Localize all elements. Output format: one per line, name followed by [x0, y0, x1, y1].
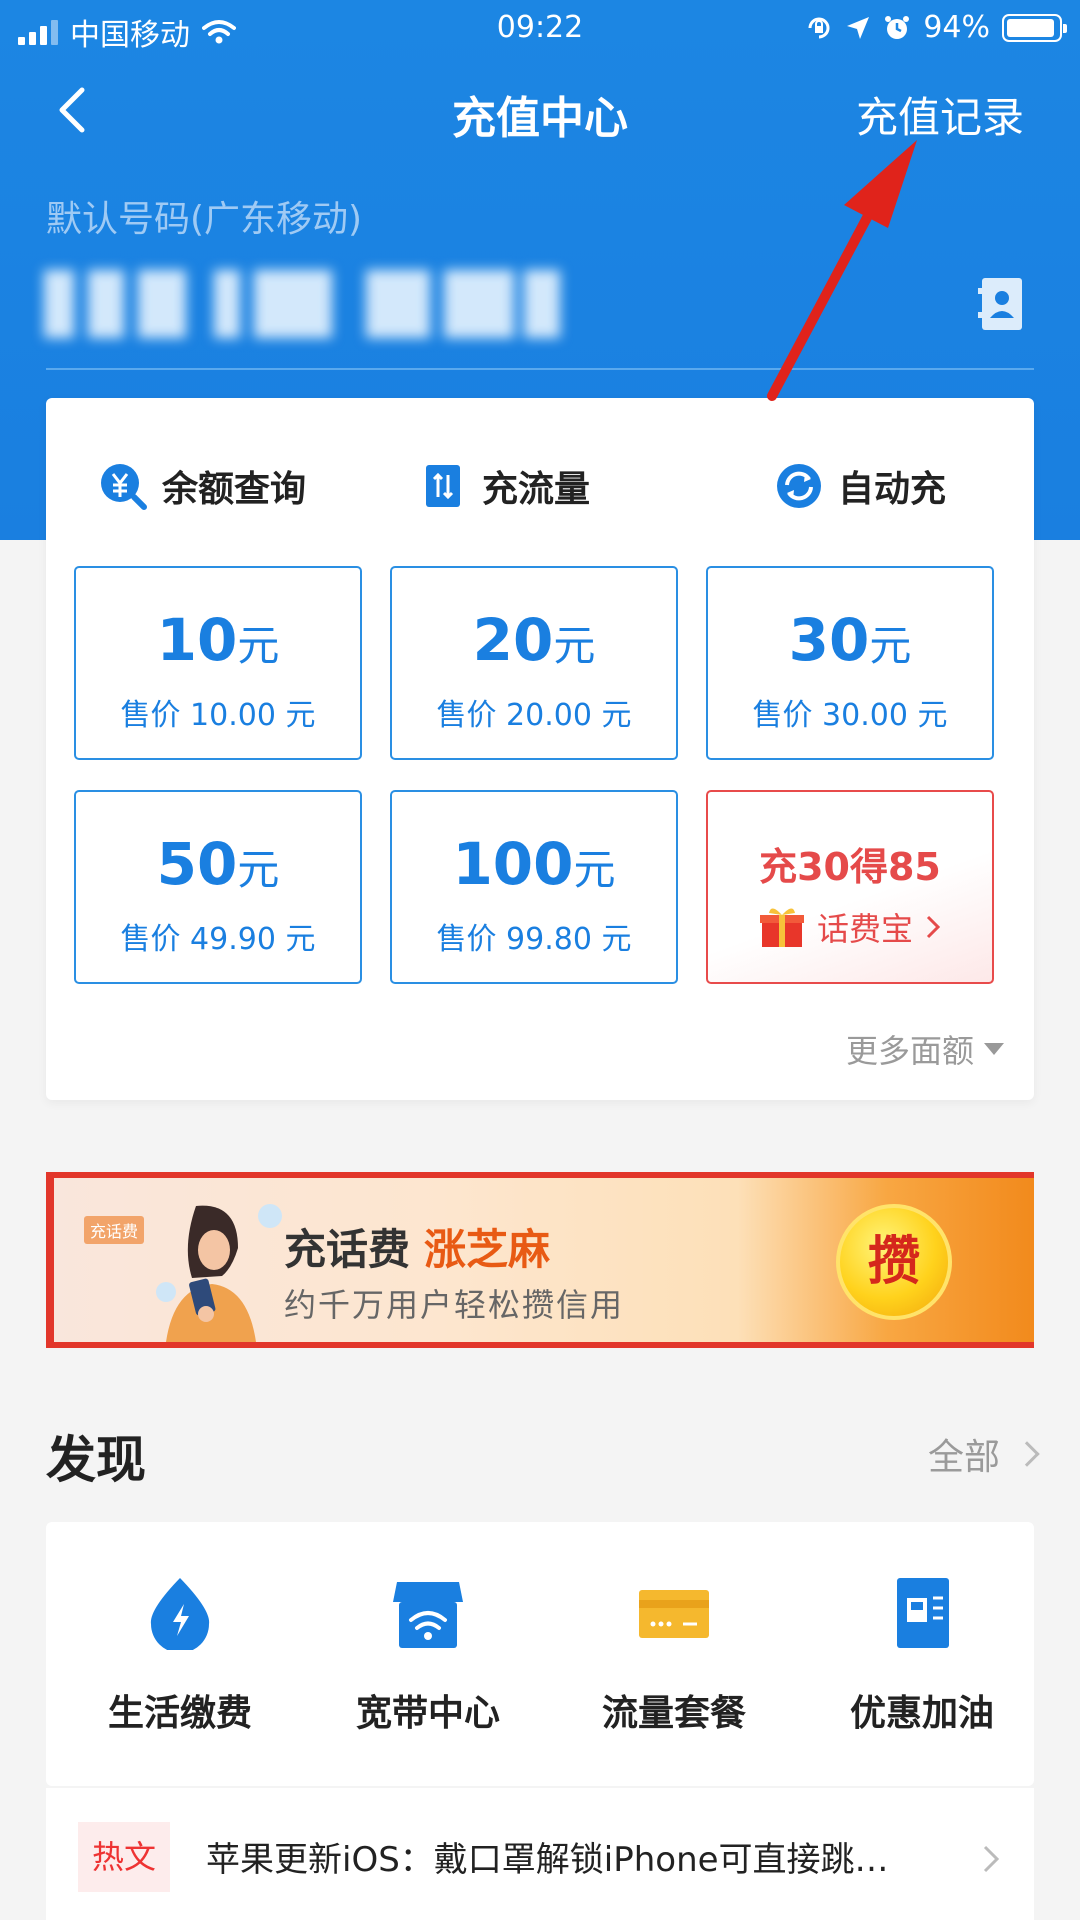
fuel-icon: [897, 1578, 949, 1648]
promo-title: 充30得85: [759, 845, 941, 889]
section-title: 发现: [46, 1431, 146, 1489]
chevron-right-icon: [1014, 1441, 1040, 1467]
amount-option-20[interactable]: 20元 售价 20.00 元: [390, 566, 678, 760]
amount-price: 售价 10.00 元: [120, 698, 316, 733]
location-icon: [847, 16, 870, 39]
service-broadband[interactable]: 宽带中心: [328, 1576, 528, 1736]
amount-option-10[interactable]: 10元 售价 10.00 元: [74, 566, 362, 760]
banner-title: 充话费 涨芝麻: [284, 1225, 551, 1274]
recharge-record-link[interactable]: 充值记录: [856, 84, 1024, 145]
service-data-plan[interactable]: 流量套餐: [574, 1576, 774, 1736]
phone-number-input[interactable]: [44, 270, 564, 338]
quick-action-label: 余额查询: [162, 469, 307, 510]
battery-percent: 94%: [923, 10, 990, 45]
hot-tag: 热文: [78, 1822, 170, 1892]
chevron-right-icon: [983, 1845, 1000, 1873]
auto-recharge-button[interactable]: 自动充: [774, 460, 946, 512]
navigation-bar: 充值中心 充值记录: [0, 70, 1080, 150]
phone-number-label: 默认号码(广东移动): [46, 199, 363, 240]
service-label: 生活缴费: [107, 1693, 252, 1734]
dropdown-triangle-icon: [984, 1043, 1004, 1055]
promo-banner[interactable]: 充话费 充话费 涨芝麻 约千万用户轻松攒信用 攒: [46, 1172, 1034, 1348]
hot-article-row[interactable]: 热文 苹果更新iOS：戴口罩解锁iPhone可直接跳…: [46, 1788, 1034, 1920]
person-phone-illustration: [156, 1204, 282, 1342]
service-life-payment[interactable]: 生活缴费: [80, 1576, 280, 1736]
more-amounts-button[interactable]: 更多面额: [846, 1026, 1004, 1072]
card-icon: [639, 1590, 709, 1638]
service-label: 流量套餐: [601, 1693, 746, 1734]
quick-action-label: 充流量: [482, 469, 591, 510]
amount-price: 售价 30.00 元: [752, 698, 948, 733]
services-card: 生活缴费 宽带中心 流量套餐 优惠加油: [46, 1522, 1034, 1786]
alarm-icon: [885, 15, 910, 39]
promo-option[interactable]: 充30得85 话费宝: [706, 790, 994, 984]
view-all-link[interactable]: 全部: [928, 1428, 1040, 1480]
auto-refresh-icon: [777, 464, 821, 508]
gift-icon: [759, 908, 804, 947]
amount-price: 售价 20.00 元: [436, 698, 632, 733]
balance-query-button[interactable]: 余额查询: [98, 460, 306, 512]
article-title: 苹果更新iOS：戴口罩解锁iPhone可直接跳…: [206, 1840, 889, 1880]
promo-link-label: 话费宝: [816, 910, 913, 948]
chevron-right-icon: [926, 915, 941, 939]
amount-option-30[interactable]: 30元 售价 30.00 元: [706, 566, 994, 760]
data-recharge-button[interactable]: 充流量: [418, 460, 590, 512]
contacts-icon[interactable]: [976, 274, 1026, 334]
recharge-card: 余额查询 充流量 自动充 10元 售价 10.00 元 20元 售价 20.00…: [46, 398, 1034, 1100]
rotation-lock-icon: [808, 17, 830, 38]
quick-action-label: 自动充: [838, 469, 947, 510]
banner-tag: 充话费: [84, 1216, 145, 1244]
banner-coin-badge: 攒: [836, 1204, 952, 1320]
status-bar: 中国移动 09:22 94%: [0, 0, 1080, 56]
service-label: 宽带中心: [355, 1693, 500, 1734]
data-transfer-icon: [426, 465, 460, 507]
service-fuel[interactable]: 优惠加油: [822, 1576, 1022, 1736]
amount-option-50[interactable]: 50元 售价 49.90 元: [74, 790, 362, 984]
water-drop-icon: [150, 1578, 210, 1650]
banner-subtitle: 约千万用户轻松攒信用: [284, 1286, 625, 1324]
yuan-search-icon: [101, 464, 147, 510]
amount-option-100[interactable]: 100元 售价 99.80 元: [390, 790, 678, 984]
battery-icon: [1002, 13, 1067, 42]
banner-edge: [46, 1178, 54, 1342]
phone-divider: [46, 368, 1034, 370]
wifi-store-icon: [393, 1582, 463, 1648]
amount-price: 售价 49.90 元: [120, 922, 316, 957]
service-label: 优惠加油: [849, 1693, 994, 1734]
amount-price: 售价 99.80 元: [436, 922, 632, 957]
